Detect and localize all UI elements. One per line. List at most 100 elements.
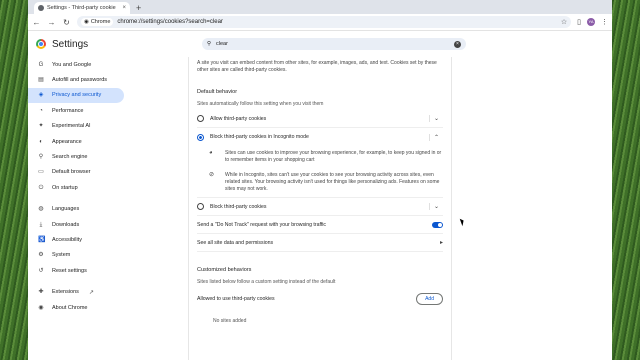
wrench-icon: ⚙	[38, 252, 44, 259]
palette-icon: ◐	[39, 138, 43, 145]
sidebar-item-default-browser[interactable]: ▭ Default browser	[28, 165, 124, 180]
sidebar-item-privacy[interactable]: ◈ Privacy and security	[28, 87, 124, 104]
default-behavior-subheading: Sites automatically follow this setting …	[197, 101, 324, 107]
tab-title: Settings - Third-party cookie	[47, 5, 116, 11]
sidebar-item-about-chrome[interactable]: ◉ About Chrome	[28, 300, 124, 315]
back-icon[interactable]: ←	[32, 18, 41, 27]
block-icon: ⊘	[209, 172, 215, 178]
sidebar-item-label: System	[52, 252, 71, 259]
chrome-icon: ◉	[38, 304, 44, 311]
sidebar-item-extensions[interactable]: ✚ Extensions ↗	[28, 284, 124, 299]
google-icon: G	[38, 61, 44, 68]
shield-icon: ◈	[38, 92, 44, 99]
side-panel-icon[interactable]: ▯	[577, 18, 581, 26]
option-label: Allow third-party cookies	[210, 115, 267, 122]
external-link-icon: ↗	[88, 289, 94, 296]
sidebar-item-search-engine[interactable]: ⚲ Search engine	[28, 149, 124, 164]
sidebar-item-system[interactable]: ⚙ System	[28, 248, 124, 263]
radio-allow[interactable]	[197, 115, 204, 122]
chevron-down-icon[interactable]: ⌄	[429, 115, 443, 122]
see-all-label: See all site data and permissions	[197, 239, 274, 246]
option-label: Block third-party cookies	[210, 203, 267, 210]
allowed-label: Allowed to use third-party cookies	[197, 296, 275, 302]
option-allow-third-party[interactable]: Allow third-party cookies ⌄	[197, 110, 443, 128]
menu-kebab-icon[interactable]: ⋮	[601, 18, 608, 26]
do-not-track-row[interactable]: Send a "Do Not Track" request with your …	[197, 216, 443, 234]
tab-close-icon[interactable]: ×	[122, 5, 126, 11]
chevron-up-icon[interactable]: ⌃	[429, 133, 443, 141]
accessibility-icon: ♿	[38, 236, 46, 243]
do-not-track-label: Send a "Do Not Track" request with your …	[197, 221, 327, 228]
cookies-settings-panel: A site you visit can embed content from …	[188, 57, 452, 360]
sidebar-item-label: Default browser	[52, 169, 91, 176]
sparkle-icon: ✦	[38, 123, 44, 130]
sidebar-item-label: Autofill and passwords	[52, 77, 108, 84]
sidebar-item-appearance[interactable]: ◐ Appearance	[28, 134, 124, 149]
sidebar-item-you-and-google[interactable]: G You and Google	[28, 57, 124, 72]
sidebar-item-label: Search engine	[52, 154, 88, 161]
radio-block-incognito[interactable]	[197, 133, 204, 141]
bookmark-star-icon[interactable]: ☆	[561, 18, 567, 26]
arrow-right-icon: ▸	[439, 240, 443, 246]
chrome-logo-icon	[36, 39, 46, 49]
browser-window: Settings - Third-party cookie × + ← → ↻ …	[28, 0, 612, 360]
sidebar-item-on-startup[interactable]: ⏻ On startup	[28, 180, 124, 195]
see-all-site-data-row[interactable]: See all site data and permissions ▸	[197, 234, 443, 252]
sidebar-item-label: Performance	[52, 107, 84, 114]
do-not-track-toggle[interactable]	[432, 221, 443, 228]
url-text[interactable]: chrome://settings/cookies?search=clear	[117, 19, 223, 25]
new-tab-button[interactable]: +	[136, 2, 141, 14]
omnibox[interactable]: ◉ Chrome chrome://settings/cookies?searc…	[77, 16, 572, 28]
reload-icon[interactable]: ↻	[62, 18, 71, 27]
sidebar-item-label: Appearance	[52, 138, 82, 145]
forward-icon[interactable]: →	[47, 18, 56, 27]
add-site-button[interactable]: Add	[416, 293, 443, 305]
sidebar: G You and Google ▤ Autofill and passwords …	[28, 57, 124, 315]
search-icon: ⚲	[207, 41, 212, 47]
clear-search-icon[interactable]: ×	[454, 40, 461, 48]
globe-icon: ◍	[38, 206, 44, 213]
default-behavior-heading: Default behavior	[197, 89, 238, 95]
sidebar-item-downloads[interactable]: ⤓ Downloads	[28, 217, 124, 232]
page-title: Settings	[52, 38, 89, 50]
settings-favicon-icon	[38, 5, 44, 11]
settings-search[interactable]: ⚲ ×	[202, 38, 466, 50]
intro-text: A site you visit can embed content from …	[197, 60, 437, 73]
sidebar-item-label: On startup	[52, 184, 78, 191]
tab-settings[interactable]: Settings - Third-party cookie ×	[34, 2, 130, 14]
reset-icon: ↺	[38, 267, 44, 274]
sidebar-item-reset[interactable]: ↺ Reset settings	[28, 263, 124, 278]
sidebar-item-accessibility[interactable]: ♿ Accessibility	[28, 232, 124, 247]
chevron-down-icon[interactable]: ⌄	[429, 203, 443, 210]
radio-block[interactable]	[197, 203, 204, 210]
no-sites-text: No sites added	[213, 318, 247, 324]
sidebar-item-experimental-ai[interactable]: ✦ Experimental AI	[28, 119, 124, 134]
site-chip[interactable]: ◉ Chrome	[81, 18, 114, 26]
browser-icon: ▭	[38, 169, 44, 176]
avatar[interactable]: YA	[587, 18, 595, 26]
option-label: Block third-party cookies in Incognito m…	[210, 134, 309, 140]
option-block-incognito[interactable]: Block third-party cookies in Incognito m…	[197, 128, 443, 146]
settings-header: Settings ⚲ ×	[28, 31, 612, 57]
search-input[interactable]	[216, 41, 449, 47]
sidebar-item-performance[interactable]: ◔ Performance	[28, 103, 124, 118]
speedometer-icon: ◔	[39, 107, 43, 114]
sidebar-item-label: Experimental AI	[52, 123, 91, 130]
detail-text: Sites can use cookies to improve your br…	[225, 150, 442, 163]
sidebar-item-label: Downloads	[52, 221, 80, 228]
desktop-wallpaper-right	[612, 0, 640, 360]
detail-incognito-block: ⊘ While in Incognito, sites can't use yo…	[197, 168, 443, 198]
search-icon: ⚲	[38, 154, 44, 161]
detail-text: While in Incognito, sites can't use your…	[225, 172, 440, 192]
sidebar-item-label: Accessibility	[52, 236, 82, 243]
sidebar-item-autofill[interactable]: ▤ Autofill and passwords	[28, 72, 124, 87]
toolbar: ← → ↻ ◉ Chrome chrome://settings/cookies…	[28, 14, 612, 31]
customized-subheading: Sites listed below follow a custom setti…	[197, 279, 336, 285]
cookie-icon: ◕	[209, 150, 213, 156]
sidebar-item-label: Privacy and security	[52, 92, 102, 99]
detail-cookies-benefit: ◕ Sites can use cookies to improve your …	[197, 146, 443, 168]
download-icon: ⤓	[39, 221, 43, 228]
option-block-third-party[interactable]: Block third-party cookies ⌄	[197, 198, 443, 216]
sidebar-item-label: Extensions	[52, 289, 79, 296]
sidebar-item-languages[interactable]: ◍ Languages	[28, 202, 124, 217]
